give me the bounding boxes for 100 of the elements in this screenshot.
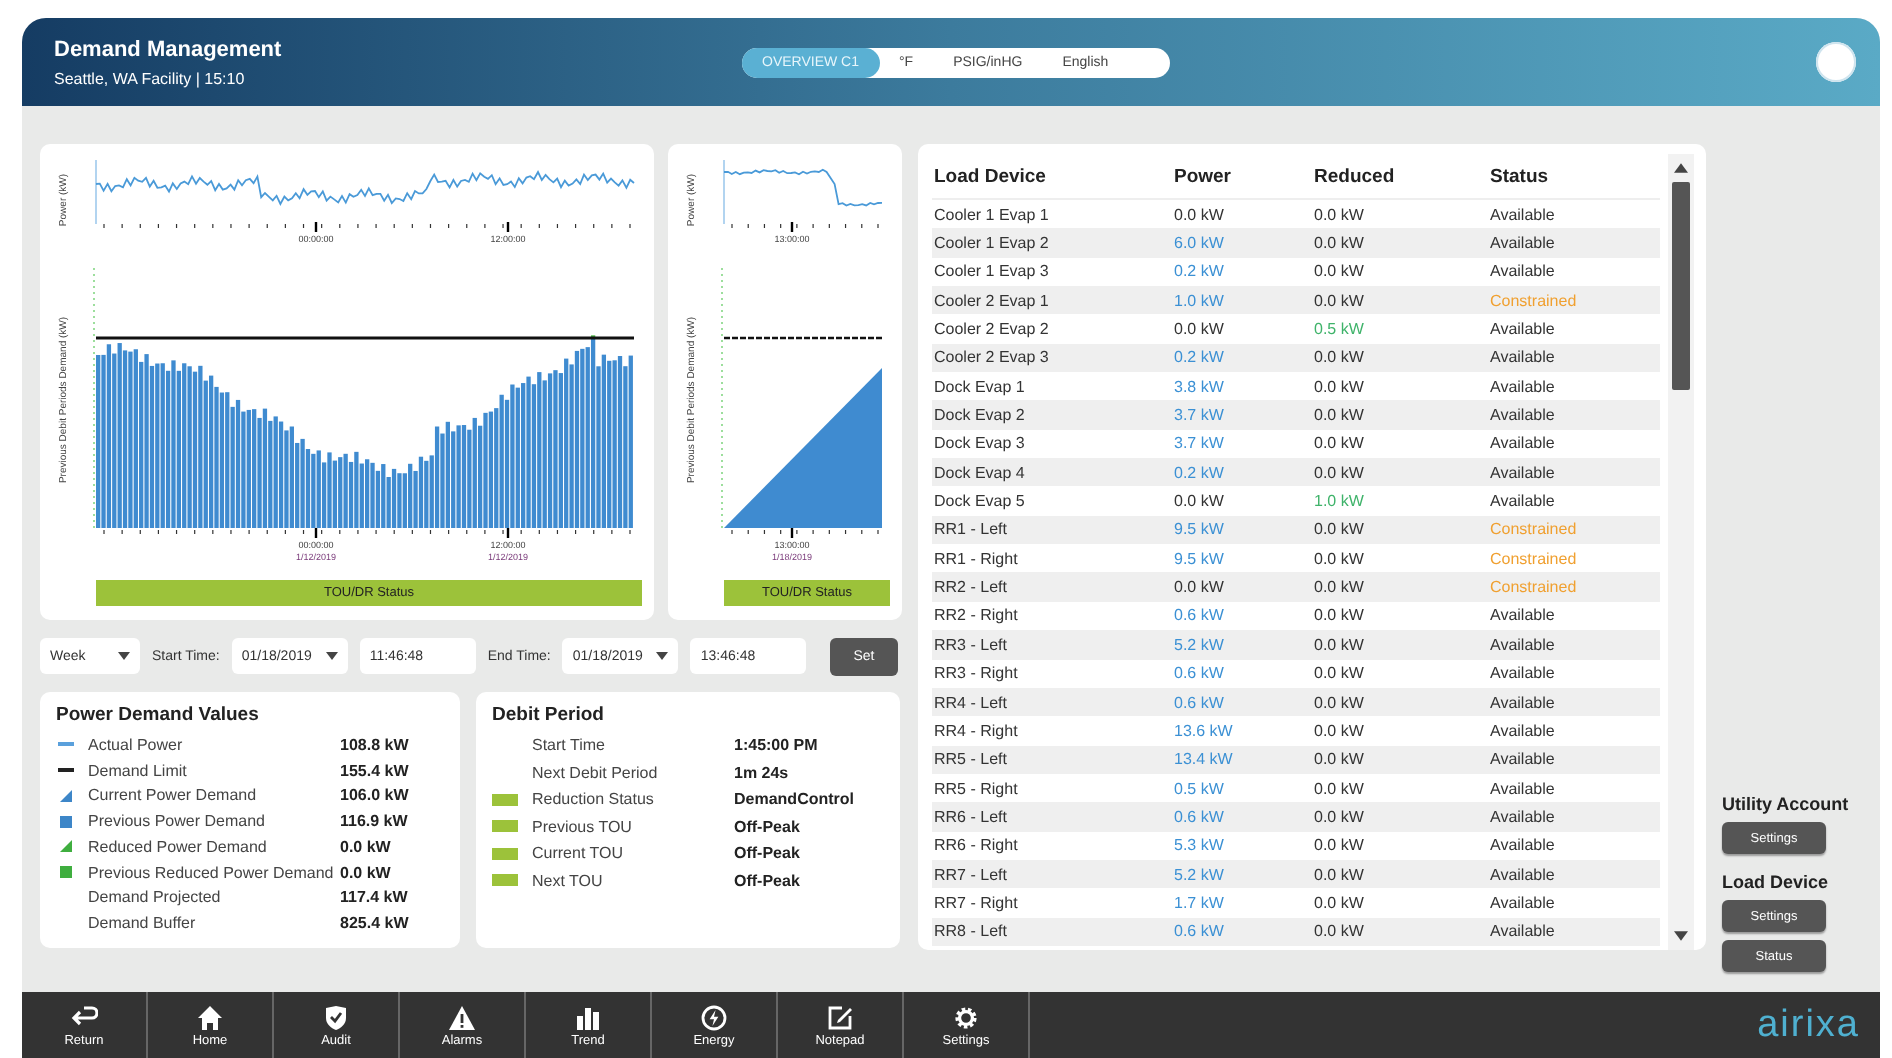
table-cell-text: 0.0 kW [1314,291,1366,310]
table-cell-text: Constrained [1490,578,1579,597]
table-cell-text: 3.8 kW [1174,377,1226,396]
table-cell-text: Cooler 2 Evap 3 [934,348,1051,367]
table-cell-text: 0.6 kW [1174,922,1226,941]
scroll-thumb[interactable] [1672,182,1690,390]
table-cell-text: Cooler 2 Evap 2 [934,320,1051,339]
table-cell-text: Available [1490,750,1557,769]
value-text: 155.4 kW [340,761,411,780]
table-cell-text: 0.6 kW [1174,606,1226,625]
table-cell-text: Available [1490,664,1557,683]
value-text: 0.0 kW [340,863,393,882]
table-cell-text: Available [1490,606,1557,625]
table-cell-text: 0.0 kW [1314,463,1366,482]
value-label: Demand Projected [88,888,223,907]
table-cell-text: Available [1490,377,1557,396]
value-text: DemandControl [734,790,856,809]
table-cell-text: 0.0 kW [1314,549,1366,568]
table-cell-text: RR2 - Left [934,578,1009,597]
avatar[interactable] [1816,42,1856,82]
table-cell-text: 13.4 kW [1174,750,1235,769]
table-cell-text: 0.0 kW [1314,234,1366,253]
table-cell-text: 0.6 kW [1174,807,1226,826]
value-label: Current TOU [532,844,625,863]
table-cell-text: 0.0 kW [1314,348,1366,367]
table-cell-text: 5.3 kW [1174,836,1226,855]
card-title: Power Demand Values [56,704,261,726]
caret-icon [325,652,338,660]
scroll-down-icon[interactable] [1674,930,1688,942]
value-label: Current Power Demand [88,786,259,805]
table-cell-text: Cooler 1 Evap 1 [934,205,1051,224]
table-cell-text: Available [1490,205,1557,224]
table-cell-text: Available [1490,463,1557,482]
value-label: Demand Buffer [88,914,198,933]
section-title: Utility Account [1722,794,1849,814]
table-cell-text: RR4 - Right [934,721,1020,740]
value-label: Actual Power [88,735,185,754]
table-cell-text: RR6 - Right [934,836,1020,855]
value-label: Previous TOU [532,817,634,836]
table-cell-text: 0.0 kW [1314,893,1366,912]
table-cell-text: Dock Evap 1 [934,377,1027,396]
table-cell-text: 5.2 kW [1174,635,1226,654]
column-header: Power [1174,165,1234,187]
table-cell-text: Available [1490,922,1557,941]
table-cell-text: RR3 - Left [934,635,1009,654]
value-label: Next TOU [532,871,605,890]
table-cell-text: 0.0 kW [1314,865,1366,884]
value-text: 117.4 kW [340,888,410,907]
table-cell-text: Available [1490,893,1557,912]
home-icon [196,1004,224,1032]
table-cell-text: RR1 - Left [934,520,1009,539]
table-cell-text: 0.0 kW [1314,520,1366,539]
value-label: Demand Limit [88,761,189,780]
value-text: 106.0 kW [340,786,411,805]
table-cell-text: 6.0 kW [1174,234,1226,253]
value-text: 108.8 kW [340,735,411,754]
table-cell-text: 0.0 kW [1314,922,1366,941]
caret-icon [656,652,669,660]
table-cell-text: 1.7 kW [1174,893,1226,912]
section-title: Load Device [1722,872,1831,892]
table-cell-text: 0.0 kW [1314,606,1366,625]
table-cell-text: Available [1490,320,1557,339]
table-cell-text: Available [1490,779,1557,798]
table-cell-text: Available [1490,635,1557,654]
table-cell-text: RR5 - Right [934,779,1020,798]
table-cell-text: 0.0 kW [1174,492,1226,511]
energy-icon [700,1004,728,1032]
table-cell-text: Available [1490,492,1557,511]
table-cell-text: 0.0 kW [1314,836,1366,855]
table-cell-text: Cooler 1 Evap 3 [934,262,1051,281]
value-text: 1:45:00 PM [734,736,820,755]
value-text: Off-Peak [734,817,802,836]
value-label: Previous Power Demand [88,812,267,831]
app-title: Demand Management [54,37,284,61]
table-cell-text: Available [1490,807,1557,826]
table-cell-text: 0.2 kW [1174,262,1226,281]
table-cell-text: 3.7 kW [1174,406,1226,425]
scrollbar[interactable] [1668,154,1694,950]
value-label: Next Debit Period [532,763,660,782]
table-cell-text: Constrained [1490,520,1579,539]
table-cell-text: 0.0 kW [1174,578,1226,597]
table-cell-text: RR3 - Right [934,664,1020,683]
table-cell-text: Dock Evap 5 [934,492,1027,511]
table-cell-text: 0.0 kW [1314,377,1366,396]
table-cell-text: Available [1490,721,1557,740]
table-cell-text: 0.0 kW [1314,750,1366,769]
table-cell-text: Available [1490,693,1557,712]
column-header: Status [1490,165,1551,187]
caret-icon [118,652,130,660]
table-cell-text: 0.0 kW [1174,320,1226,339]
table-cell-text: RR7 - Left [934,865,1009,884]
table-cell-text: 0.0 kW [1174,205,1226,224]
table-cell-text: Available [1490,406,1557,425]
table-cell-text: RR4 - Left [934,693,1009,712]
table-cell-text: Dock Evap 3 [934,434,1027,453]
table-cell-text: RR5 - Left [934,750,1009,769]
scroll-up-icon[interactable] [1674,162,1688,174]
table-cell-text: 0.2 kW [1174,463,1226,482]
value-label: Start Time [532,736,607,755]
table-cell-text: 0.0 kW [1314,406,1366,425]
